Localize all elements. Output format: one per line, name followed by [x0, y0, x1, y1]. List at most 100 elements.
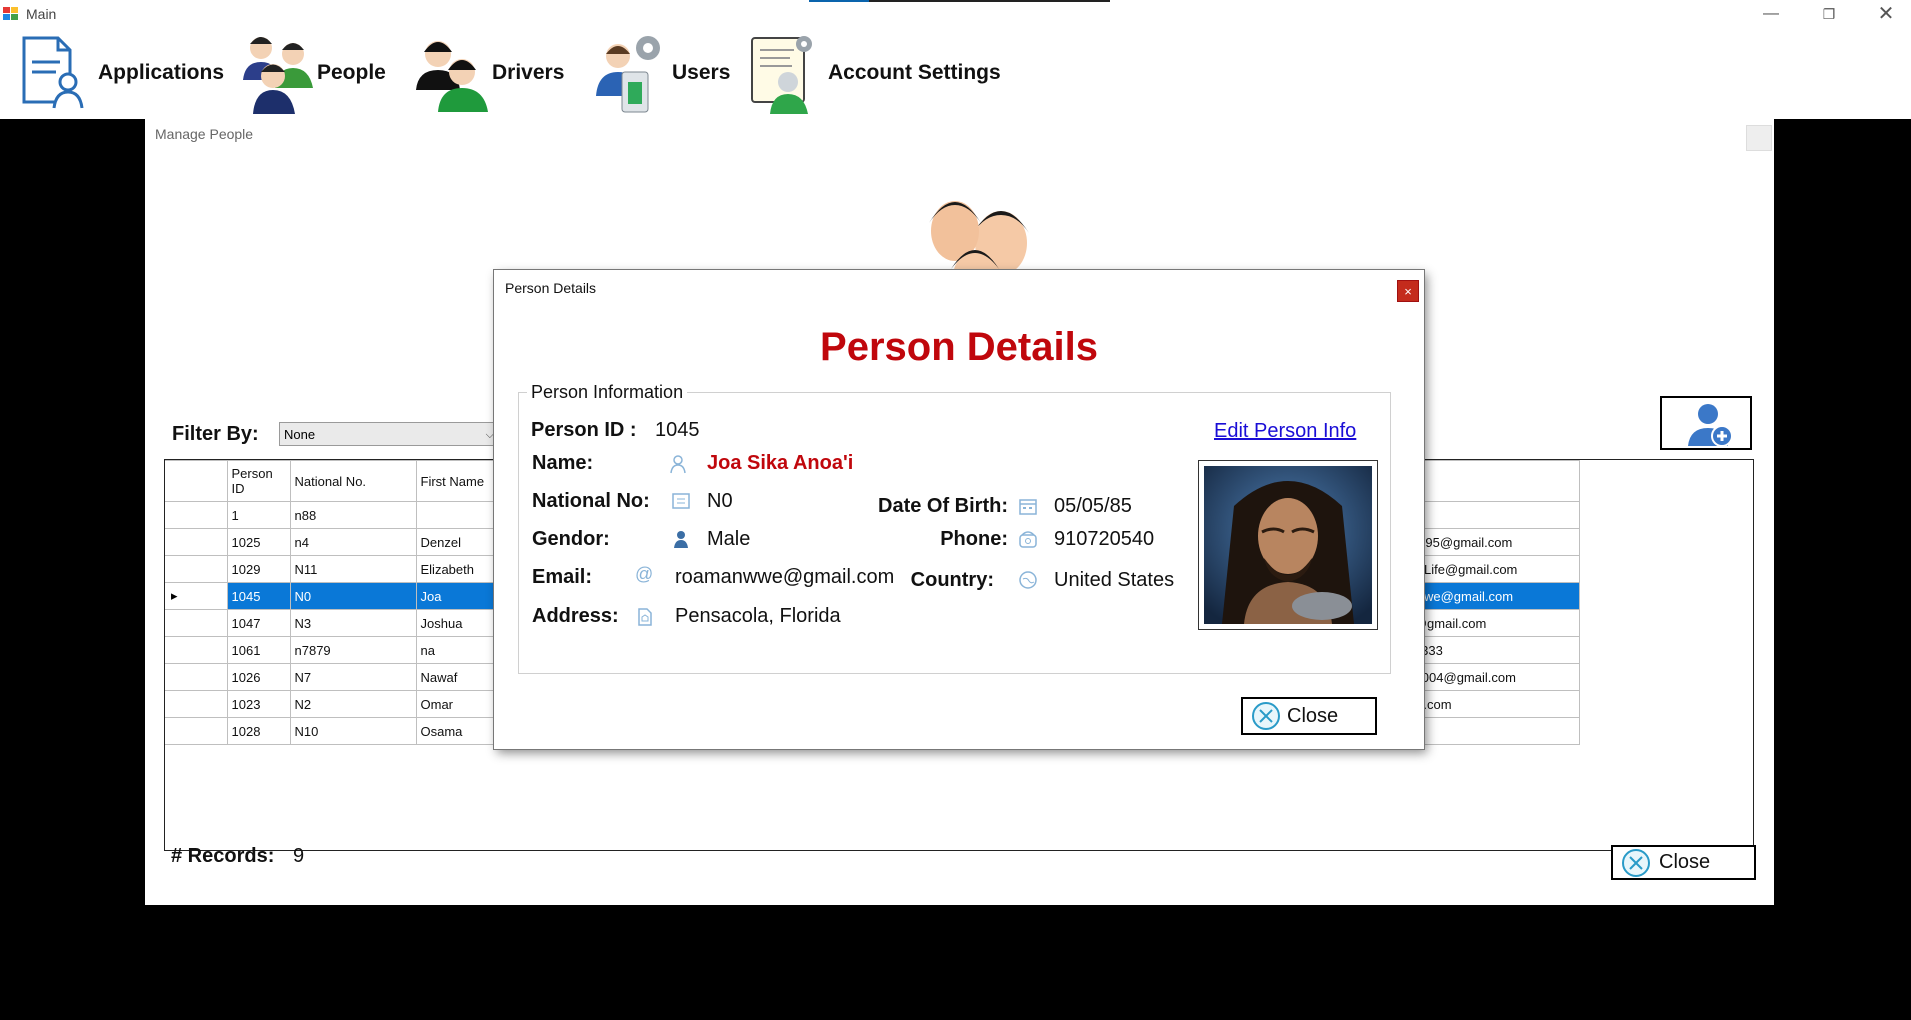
cell-person-id[interactable]: 1: [226, 501, 291, 529]
applications-icon: [18, 32, 90, 114]
dialog-close-button[interactable]: Close: [1241, 697, 1377, 735]
menu-account-settings-label: Account Settings: [828, 61, 1001, 84]
name-value: Joa Sika Anoa'i: [707, 452, 854, 474]
drivers-icon: [412, 32, 488, 114]
cell-national-no[interactable]: N11: [289, 555, 417, 583]
users-icon: [592, 32, 664, 114]
cell-person-id[interactable]: 1025: [226, 528, 291, 556]
menu-account-settings[interactable]: Account Settings: [748, 30, 1001, 116]
filter-by-label: Filter By:: [172, 423, 259, 445]
national-no-label: National No:: [532, 490, 650, 512]
address-value: Pensacola, Florida: [675, 605, 841, 627]
add-person-icon: [1688, 404, 1733, 447]
menu-drivers-label: Drivers: [492, 61, 565, 84]
phone-value: 910720540: [1054, 528, 1155, 550]
cell-person-id[interactable]: 1047: [226, 609, 291, 637]
cell-person-id[interactable]: 1045: [226, 582, 291, 610]
menu-drivers[interactable]: Drivers: [412, 30, 564, 116]
person-photo: [1198, 460, 1378, 630]
filter-by-select[interactable]: None ⌵: [279, 422, 499, 446]
id-card-icon: [672, 493, 690, 509]
manage-people-title: Manage People: [155, 126, 254, 142]
cell-person-id[interactable]: 1028: [226, 717, 291, 745]
date-of-birth-value: 05/05/85: [1054, 495, 1132, 517]
add-person-button[interactable]: [1660, 396, 1752, 450]
email-label: Email:: [532, 566, 593, 588]
cell-national-no[interactable]: n88: [289, 501, 417, 529]
cell-person-id[interactable]: 1029: [226, 555, 291, 583]
person-photo-image: [1204, 466, 1372, 624]
row-header[interactable]: [165, 555, 228, 583]
country-value: United States: [1054, 569, 1175, 591]
row-header[interactable]: [165, 690, 228, 718]
minimize-button[interactable]: —: [1748, 0, 1794, 30]
cell-national-no[interactable]: N3: [289, 609, 417, 637]
cell-national-no[interactable]: N7: [289, 663, 417, 691]
calendar-icon: [1019, 499, 1037, 515]
people-icon: [237, 32, 313, 114]
manage-people-close-label: Close: [1659, 851, 1711, 873]
gender-value: Male: [707, 528, 751, 550]
column-header-person-id[interactable]: Person ID: [226, 460, 291, 502]
restore-button[interactable]: ❐: [1806, 0, 1852, 30]
manage-people-close-button[interactable]: Close: [1611, 845, 1756, 880]
current-row-indicator-icon: ▸: [171, 588, 178, 603]
column-header-national-no[interactable]: National No.: [289, 460, 417, 502]
row-header[interactable]: [165, 717, 228, 745]
dialog-window-title: Person Details: [505, 280, 597, 296]
globe-icon: [1019, 571, 1037, 589]
row-header[interactable]: [165, 501, 228, 529]
row-header[interactable]: ▸: [165, 582, 228, 610]
title-bar-decoration-blue: [809, 0, 869, 2]
window-title: Main: [26, 6, 57, 22]
cell-person-id[interactable]: 1061: [226, 636, 291, 664]
person-id-label: Person ID :: [531, 419, 637, 441]
row-header[interactable]: [165, 663, 228, 691]
records-label: # Records:: [171, 845, 275, 867]
close-circle-icon: [1252, 702, 1280, 730]
dialog-close-label: Close: [1287, 704, 1339, 727]
title-bar: Main — ❐ ✕: [0, 0, 1911, 30]
cell-national-no[interactable]: n4: [289, 528, 417, 556]
person-icon: [670, 455, 686, 474]
row-header[interactable]: [165, 609, 228, 637]
manage-people-close-box[interactable]: [1746, 125, 1772, 151]
cell-national-no[interactable]: N2: [289, 690, 417, 718]
at-sign-icon: @: [635, 564, 654, 584]
address-label: Address:: [532, 605, 619, 627]
app-icon: [3, 7, 19, 21]
phone-label: Phone:: [940, 528, 1008, 550]
address-document-icon: [638, 608, 652, 626]
account-settings-icon: [748, 32, 820, 114]
edit-person-info-link[interactable]: Edit Person Info: [1214, 420, 1356, 443]
cell-national-no[interactable]: n7879: [289, 636, 417, 664]
name-label: Name:: [532, 452, 594, 474]
main-window: Main — ❐ ✕ Applications People Drivers U…: [0, 0, 1911, 119]
chevron-down-icon: ⌵: [485, 429, 494, 441]
phone-icon: [1019, 531, 1037, 548]
national-no-value: N0: [707, 490, 733, 512]
records-count: 9: [293, 845, 305, 867]
menu-applications[interactable]: Applications: [18, 30, 224, 116]
date-of-birth-label: Date Of Birth:: [878, 495, 1008, 517]
person-id-value: 1045: [655, 419, 700, 441]
close-window-button[interactable]: ✕: [1863, 0, 1909, 30]
dialog-close-x-button[interactable]: ×: [1397, 280, 1419, 302]
gender-label: Gendor:: [532, 528, 610, 550]
male-icon: [674, 531, 688, 548]
cell-person-id[interactable]: 1023: [226, 690, 291, 718]
row-header[interactable]: [165, 528, 228, 556]
menu-applications-label: Applications: [98, 61, 225, 84]
menu-people-label: People: [317, 61, 386, 84]
menu-users-label: Users: [672, 61, 731, 84]
person-details-dialog: Person Details × Person Details Person I…: [494, 270, 1424, 749]
menu-users[interactable]: Users: [592, 30, 730, 116]
dialog-heading: Person Details: [820, 325, 1098, 369]
cell-person-id[interactable]: 1026: [226, 663, 291, 691]
cell-national-no[interactable]: N0: [289, 582, 417, 610]
menu-people[interactable]: People: [237, 30, 386, 116]
row-header[interactable]: [165, 636, 228, 664]
country-label: Country:: [910, 569, 994, 591]
email-value: roamanwwe@gmail.com: [675, 566, 895, 588]
cell-national-no[interactable]: N10: [289, 717, 417, 745]
